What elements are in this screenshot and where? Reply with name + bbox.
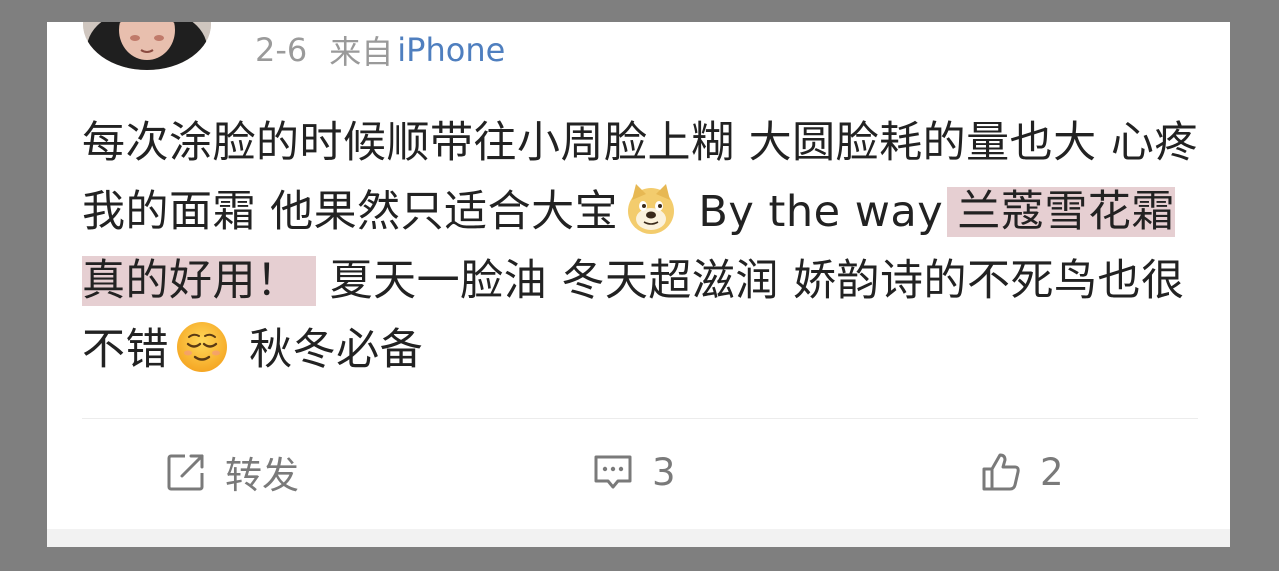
action-bar: 转发 3 2 (47, 442, 1230, 502)
repost-button[interactable]: 转发 (165, 442, 299, 502)
share-arrow-icon (167, 454, 204, 491)
comment-count: 3 (652, 450, 676, 494)
like-count: 2 (1040, 450, 1064, 494)
like-button[interactable]: 2 (980, 442, 1064, 502)
source-prefix: 来自 (329, 33, 394, 71)
doge-emoji-icon (624, 182, 678, 236)
post-date: 2-6 (255, 31, 308, 69)
post-meta: 2-6 来自 iPhone (255, 30, 505, 71)
thumbs-up-icon (982, 453, 1020, 491)
post-text-segment: By the way (684, 187, 958, 237)
relieved-face-emoji-icon (175, 320, 229, 374)
post-body: 每次涂脸的时候顺带往小周脸上糊 大圆脸耗的量也大 心疼我的面霜 他果然只适合大宝… (82, 109, 1207, 385)
post-text-segment: 秋冬必备 (235, 325, 424, 375)
source-device-link[interactable]: iPhone (397, 31, 505, 69)
card-bottom-strip (47, 529, 1230, 547)
avatar[interactable] (83, 22, 211, 70)
post-card: 2-6 来自 iPhone 每次涂脸的时候顺带往小周脸上糊 大圆脸耗的量也大 心… (47, 22, 1230, 547)
comment-bubble-icon (594, 455, 632, 489)
avatar-image (83, 22, 211, 70)
divider (82, 418, 1198, 419)
comment-button[interactable]: 3 (592, 442, 676, 502)
repost-label: 转发 (225, 454, 299, 497)
